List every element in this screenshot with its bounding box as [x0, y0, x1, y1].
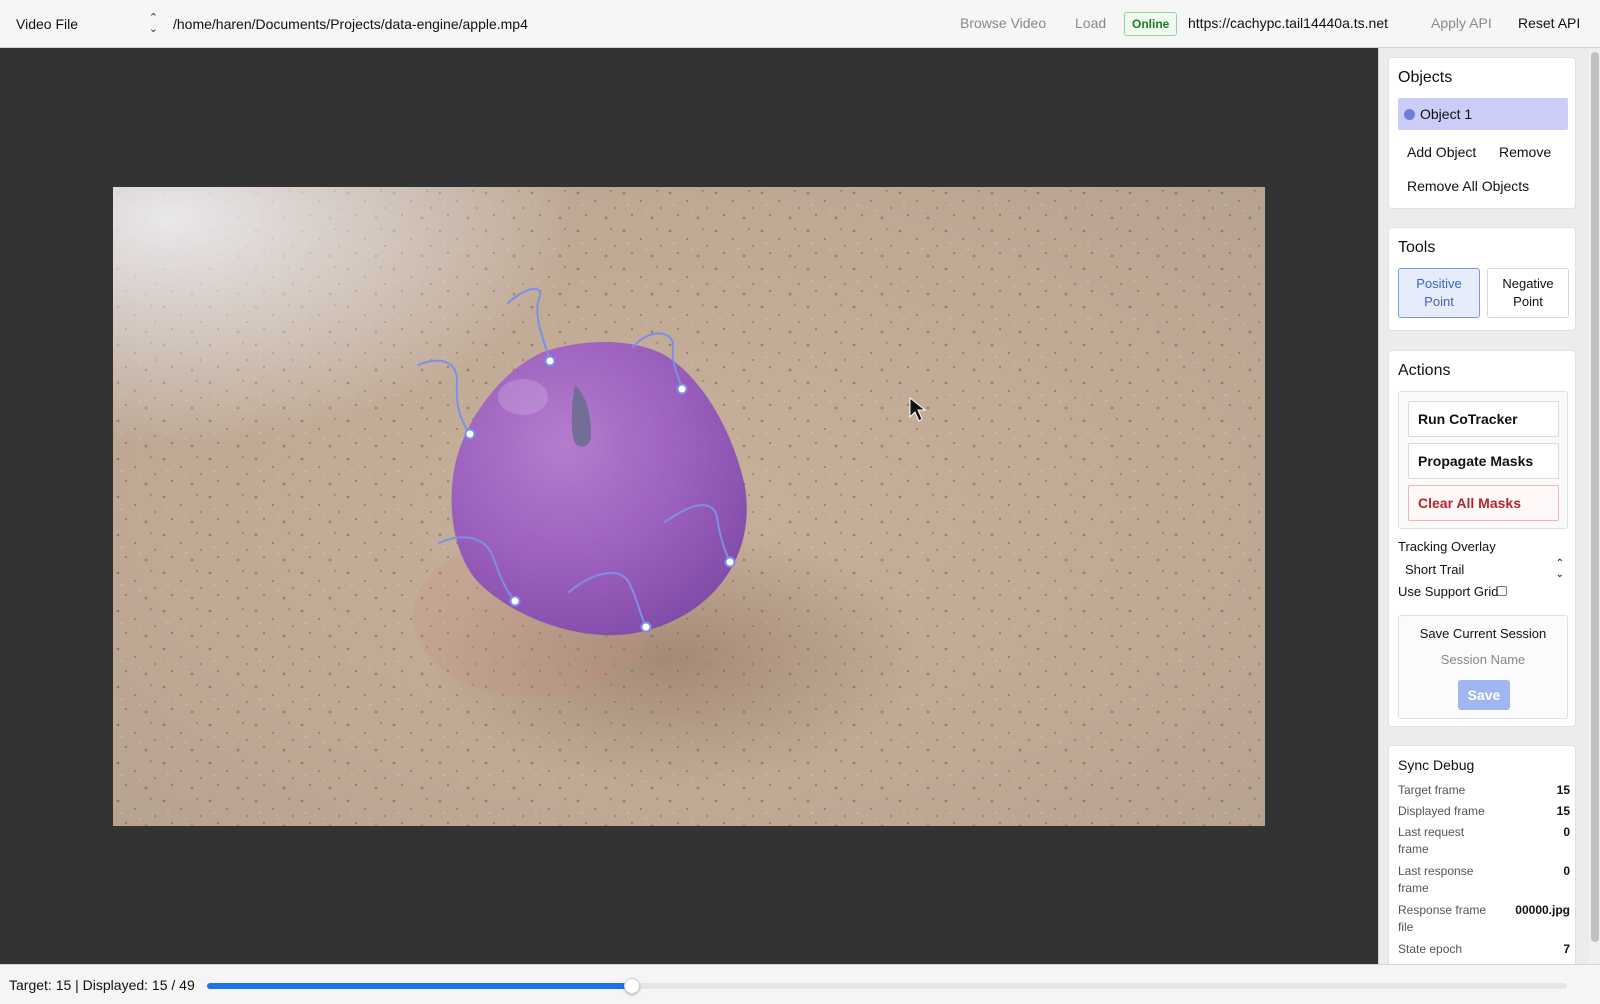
positive-point-label-line2: Point: [1424, 294, 1454, 309]
track-point: [676, 383, 688, 395]
object-color-dot: [1404, 108, 1415, 120]
debug-key: Target frame: [1398, 783, 1466, 797]
debug-key: Response frame file: [1398, 903, 1487, 934]
debug-row-last-request-frame: Last request frame 0: [1398, 824, 1570, 858]
apply-api-button[interactable]: Apply API: [1431, 15, 1492, 31]
session-name-input[interactable]: [1408, 648, 1558, 670]
remove-all-objects-button[interactable]: Remove All Objects: [1407, 178, 1529, 194]
debug-row-response-frame-file: Response frame file 00000.jpg: [1398, 902, 1570, 936]
frame-slider-thumb[interactable]: [624, 978, 640, 994]
support-grid-label: Use Support Grid: [1398, 584, 1499, 599]
actions-button-group: Run CoTracker Propagate Masks Clear All …: [1398, 391, 1568, 529]
video-stage: [0, 48, 1378, 964]
debug-value: 00000.jpg: [1515, 903, 1570, 917]
debug-key: Displayed frame: [1398, 804, 1485, 818]
objects-title: Objects: [1398, 69, 1453, 86]
negative-point-tool[interactable]: Negative Point: [1487, 268, 1569, 318]
api-url-text[interactable]: https://cachypc.tail14440a.ts.net: [1188, 15, 1388, 31]
load-button[interactable]: Load: [1075, 15, 1106, 31]
actions-panel: Actions Run CoTracker Propagate Masks Cl…: [1388, 350, 1576, 727]
updown-chevron-icon: ⌃ ⌄: [1555, 558, 1564, 580]
right-sidebar: Objects Object 1 Add Object Remove Remov…: [1378, 48, 1600, 964]
tools-panel: Tools Positive Point Negative Point: [1388, 227, 1576, 331]
video-frame-image[interactable]: [113, 187, 1265, 826]
add-object-button[interactable]: Add Object: [1407, 144, 1476, 160]
apple-highlight: [498, 379, 548, 415]
debug-value: 15: [1556, 783, 1570, 797]
track-point: [724, 556, 736, 568]
updown-chevron-icon: ⌃ ⌄: [148, 12, 158, 35]
top-toolbar: Video File ⌃⌄ Browse Video Load Online h…: [0, 0, 1600, 48]
debug-key: Last response frame: [1398, 864, 1474, 895]
objects-panel: Objects Object 1 Add Object Remove Remov…: [1388, 57, 1576, 209]
frame-slider[interactable]: [207, 978, 1567, 994]
track-point: [464, 428, 476, 440]
track-point: [509, 595, 521, 607]
actions-title: Actions: [1398, 362, 1451, 379]
support-grid-checkbox[interactable]: [1497, 586, 1507, 596]
save-session-title: Save Current Session: [1419, 626, 1547, 641]
browse-video-button[interactable]: Browse Video: [960, 15, 1046, 31]
api-status-badge: Online: [1124, 12, 1178, 36]
object-list-item[interactable]: Object 1: [1398, 98, 1568, 130]
tracking-overlay-value: Short Trail: [1405, 561, 1465, 577]
timeline-bar: Target: 15 | Displayed: 15 / 49: [0, 964, 1600, 1004]
debug-row-displayed-frame: Displayed frame 15: [1398, 803, 1570, 820]
sync-debug-title: Sync Debug: [1398, 757, 1475, 773]
debug-key: Last request frame: [1398, 825, 1465, 856]
sidebar-scrollbar-thumb[interactable]: [1591, 52, 1599, 942]
debug-value: 0: [1563, 825, 1570, 839]
source-type-value: Video File: [16, 16, 79, 32]
frame-slider-fill: [207, 983, 632, 989]
debug-row-last-response-frame: Last response frame 0: [1398, 863, 1570, 897]
save-session-button[interactable]: Save: [1458, 680, 1510, 710]
video-path-input[interactable]: [173, 13, 673, 35]
debug-value: 0: [1563, 864, 1570, 878]
reset-api-button[interactable]: Reset API: [1518, 15, 1580, 31]
debug-row-state-epoch: State epoch 7: [1398, 941, 1570, 958]
video-canvas[interactable]: [113, 187, 1265, 826]
track-point: [544, 355, 556, 367]
tracking-overlay-select[interactable]: Short Trail ⌃ ⌄: [1398, 558, 1568, 580]
remove-object-button[interactable]: Remove: [1499, 144, 1551, 160]
debug-row-target-frame: Target frame 15: [1398, 782, 1570, 799]
object-label: Object 1: [1420, 106, 1473, 122]
tools-title: Tools: [1398, 239, 1436, 256]
source-type-select[interactable]: Video File ⌃ ⌄: [16, 12, 158, 35]
debug-value: 15: [1556, 804, 1570, 818]
run-cotracker-button[interactable]: Run CoTracker: [1408, 401, 1559, 437]
clear-all-masks-button[interactable]: Clear All Masks: [1408, 485, 1559, 521]
frame-status-text: Target: 15 | Displayed: 15 / 49: [9, 977, 195, 993]
negative-point-label-line2: Point: [1513, 294, 1543, 309]
tracking-overlay-label: Tracking Overlay: [1398, 539, 1496, 554]
negative-point-label-line1: Negative: [1502, 276, 1554, 291]
sync-debug-panel: Sync Debug Target frame 15 Displayed fra…: [1388, 745, 1576, 964]
propagate-masks-button[interactable]: Propagate Masks: [1408, 443, 1559, 479]
debug-key: State epoch: [1398, 942, 1463, 956]
track-point: [640, 621, 652, 633]
positive-point-tool[interactable]: Positive Point: [1398, 268, 1480, 318]
debug-value: 7: [1563, 942, 1570, 956]
save-session-panel: Save Current Session Save: [1398, 615, 1568, 719]
positive-point-label-line1: Positive: [1416, 276, 1462, 291]
